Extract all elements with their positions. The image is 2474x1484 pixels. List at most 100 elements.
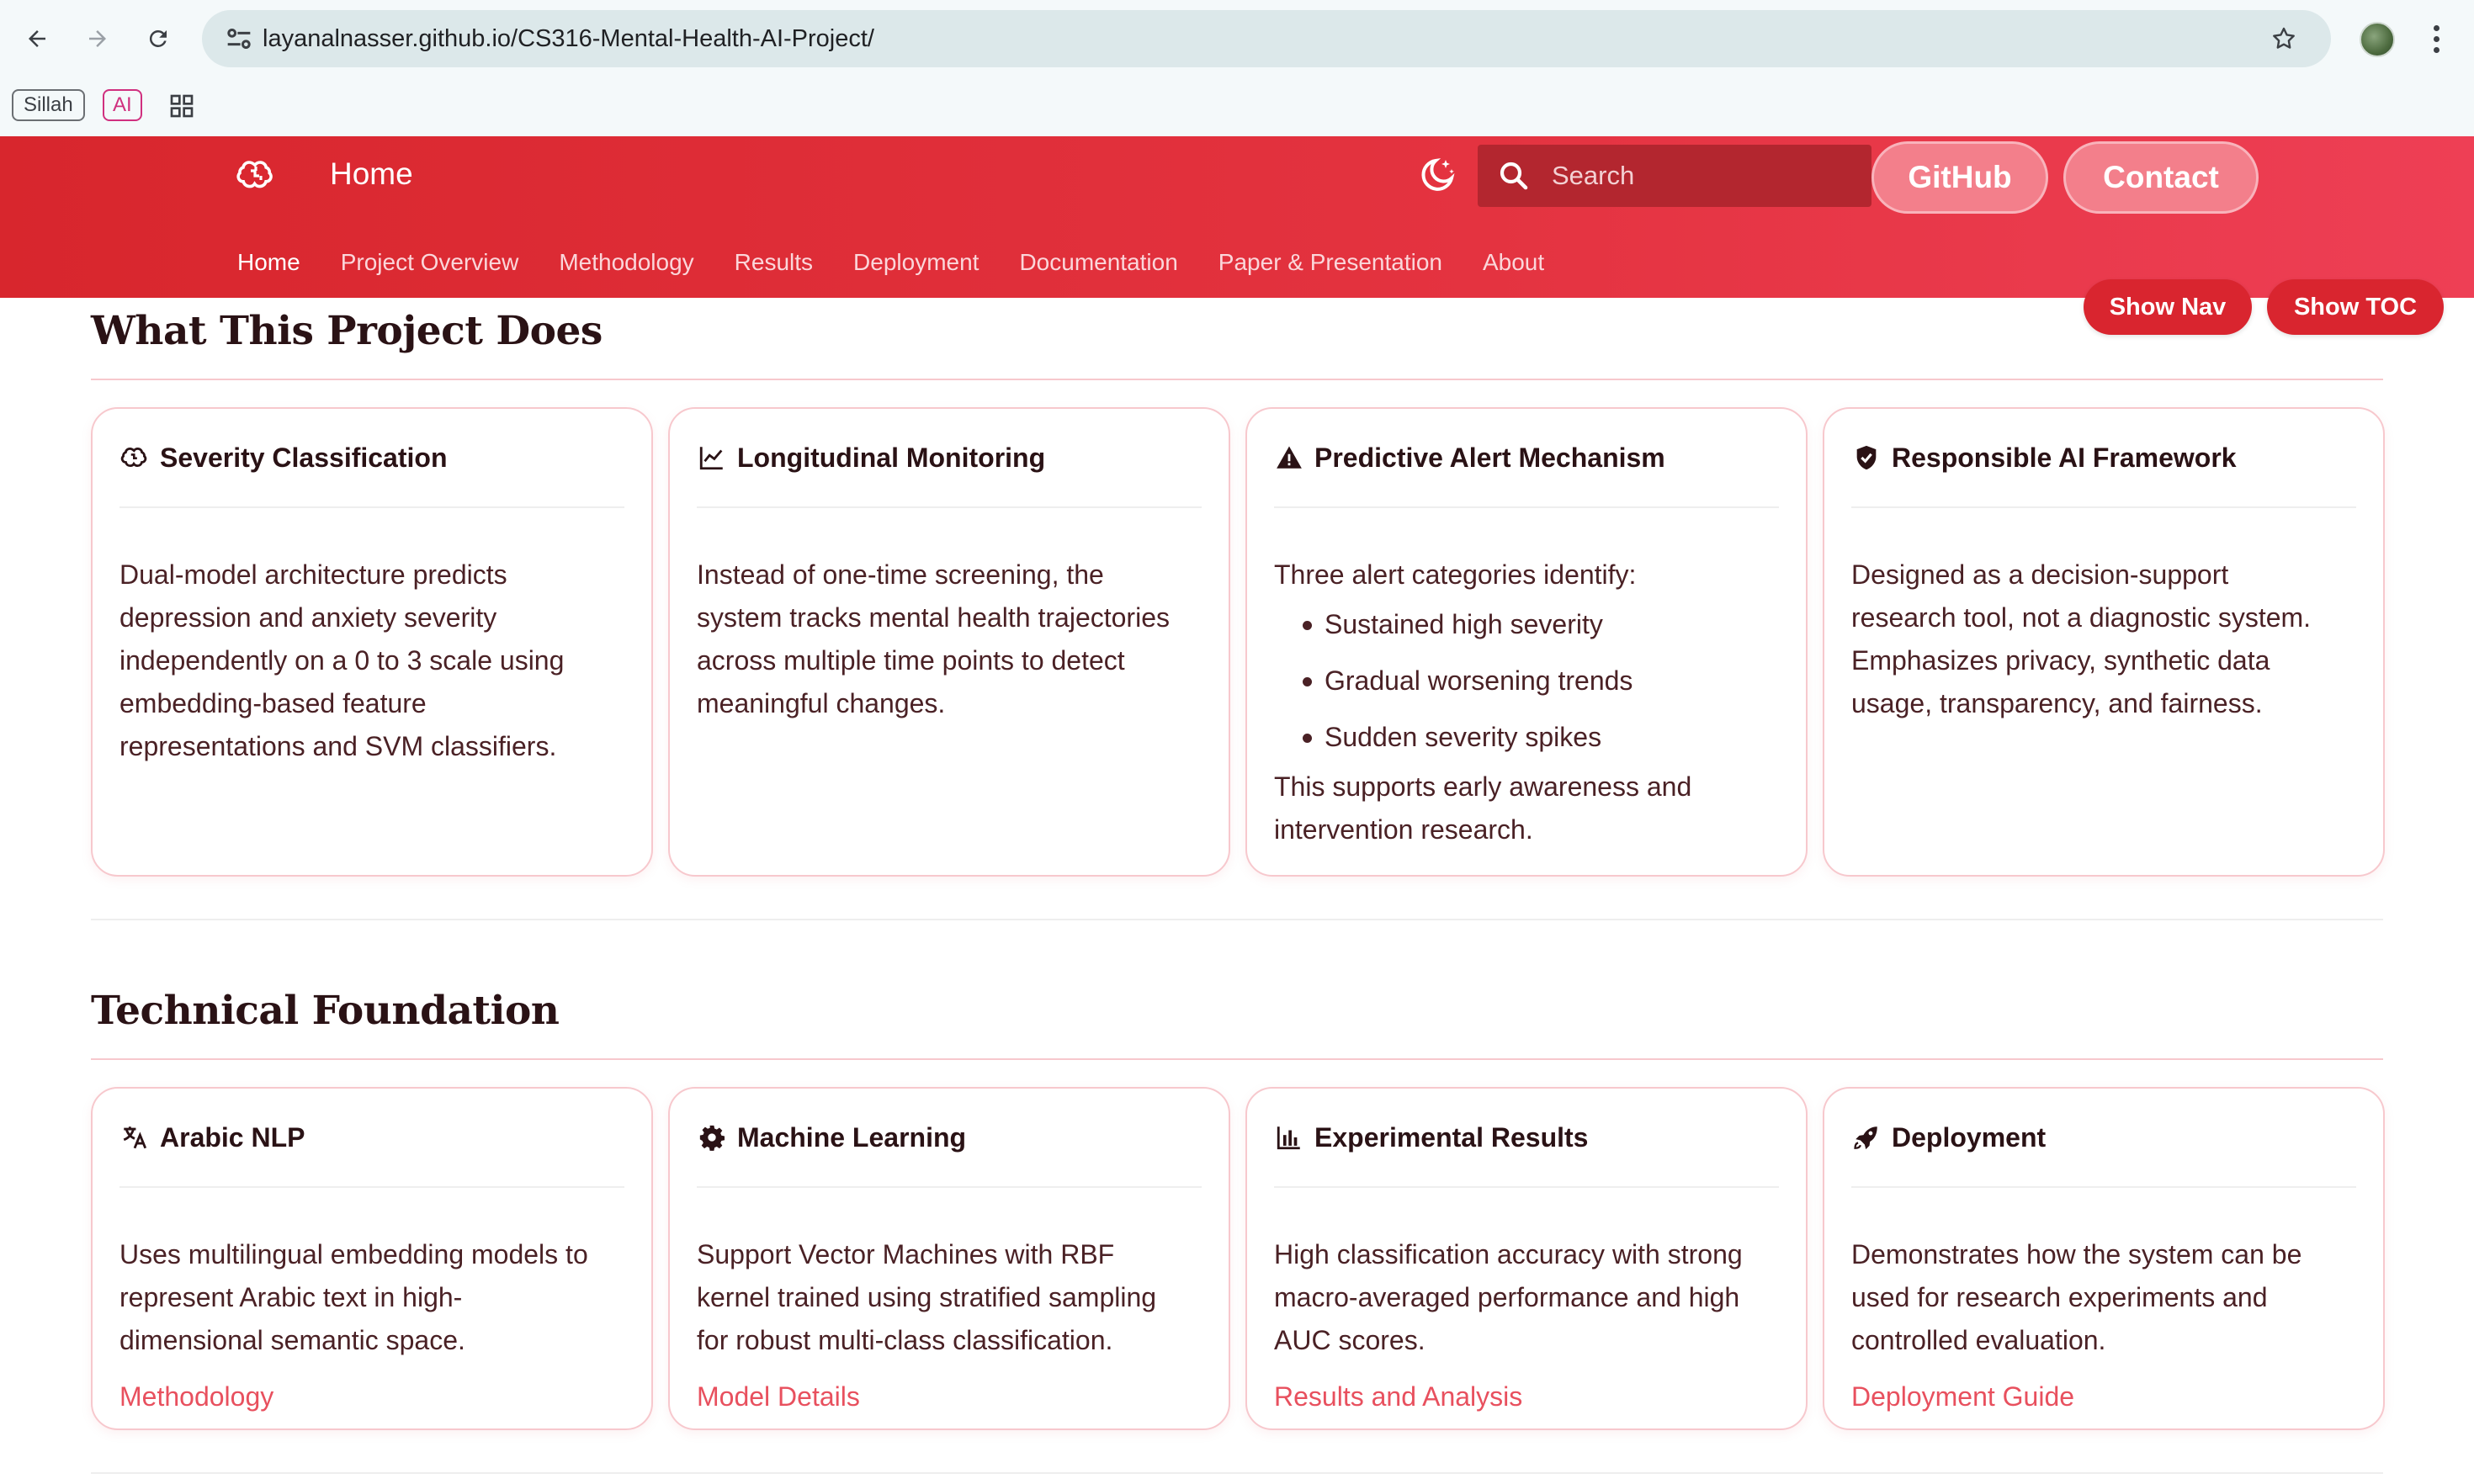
card-title: Responsible AI Framework [1892, 442, 2237, 473]
section-rule [91, 379, 2383, 380]
card-divider [1274, 506, 1779, 508]
forward-button[interactable] [77, 19, 118, 59]
theme-toggle-moon-icon[interactable] [1417, 155, 1457, 195]
card-divider [697, 506, 1202, 508]
card-text: Demonstrates how the system can be used … [1851, 1233, 2363, 1418]
site-settings-icon[interactable] [222, 22, 256, 56]
list-item: Gradual worsening trends [1299, 653, 1786, 709]
brain-icon [119, 443, 150, 473]
nav-results[interactable]: Results [735, 249, 813, 276]
card-text-line: Demonstrates how the system can be [1851, 1239, 2302, 1269]
card-longitudinal-monitoring: Longitudinal Monitoring Instead of one-t… [668, 407, 1230, 877]
nav-home[interactable]: Home [237, 249, 300, 276]
card-text-line: used for research experiments and [1851, 1282, 2268, 1312]
nav-deployment[interactable]: Deployment [853, 249, 979, 276]
browser-menu-button[interactable] [2424, 19, 2449, 59]
site-header: Home GitHub Contact Home Project Overvie… [0, 136, 2474, 298]
card-title: Machine Learning [737, 1121, 967, 1153]
methodology-link[interactable]: Methodology [119, 1375, 631, 1418]
card-text: Uses multilingual embedding models to re… [119, 1233, 631, 1418]
card-title: Experimental Results [1314, 1121, 1589, 1153]
nav-about[interactable]: About [1483, 249, 1544, 276]
card-text-line: controlled evaluation. [1851, 1325, 2106, 1355]
card-text-line: Uses multilingual embedding models to [119, 1239, 588, 1269]
card-text-line: system tracks mental health trajectories [697, 602, 1170, 633]
bar-chart-icon [1274, 1122, 1304, 1153]
card-text-line: dimensional semantic space. [119, 1325, 465, 1355]
card-divider [1851, 1186, 2356, 1188]
section-separator [91, 1472, 2383, 1474]
card-arabic-nlp: Arabic NLP Uses multilingual embedding m… [91, 1087, 653, 1430]
card-text-line: Dual-model architecture predicts [119, 559, 507, 590]
reload-button[interactable] [138, 19, 178, 59]
bookmark-star-button[interactable] [2264, 19, 2304, 59]
card-text: High classification accuracy with strong… [1274, 1233, 1786, 1418]
deployment-guide-link[interactable]: Deployment Guide [1851, 1375, 2363, 1418]
card-title: Arabic NLP [160, 1121, 305, 1153]
card-text-line: AUC scores. [1274, 1325, 1425, 1355]
card-text-line: independently on a 0 to 3 scale using [119, 645, 565, 676]
translate-icon [119, 1122, 150, 1153]
url-path: /CS316-Mental-Health-AI-Project/ [511, 25, 874, 52]
card-text-line: for robust multi-class classification. [697, 1325, 1113, 1355]
browser-chrome: layanalnasser.github.io/CS316-Mental-Hea… [0, 0, 2474, 136]
brand-home-link[interactable]: Home [330, 156, 413, 192]
card-text-line: kernel trained using stratified sampling [697, 1282, 1157, 1312]
shield-check-icon [1851, 443, 1882, 473]
card-predictive-alert-mechanism: Predictive Alert Mechanism Three alert c… [1245, 407, 1808, 877]
apps-grid-icon[interactable] [168, 93, 195, 119]
card-text-line: usage, transparency, and fairness. [1851, 688, 2263, 718]
card-text: Designed as a decision-support research … [1851, 554, 2363, 725]
card-divider [1851, 506, 2356, 508]
nav-documentation[interactable]: Documentation [1019, 249, 1177, 276]
card-divider [1274, 1186, 1779, 1188]
bookmark-sillah[interactable]: Sillah [12, 89, 85, 121]
card-text-line: embedding-based feature [119, 688, 427, 718]
contact-button[interactable]: Contact [2063, 141, 2259, 214]
card-text-line: Emphasizes privacy, synthetic data [1851, 645, 2270, 676]
github-button[interactable]: GitHub [1871, 141, 2048, 214]
reload-icon [149, 29, 167, 47]
nav-project-overview[interactable]: Project Overview [341, 249, 519, 276]
rocket-icon [1851, 1122, 1882, 1153]
search-input[interactable] [1552, 145, 1855, 207]
search-box[interactable] [1478, 145, 1871, 207]
card-title: Predictive Alert Mechanism [1314, 442, 1665, 473]
card-deployment: Deployment Demonstrates how the system c… [1823, 1087, 2385, 1430]
back-button[interactable] [17, 19, 57, 59]
section-title-technical-foundation: Technical Foundation [91, 988, 560, 1034]
alert-list: Sustained high severity Gradual worsenin… [1274, 596, 1786, 766]
card-text-line: meaningful changes. [697, 688, 946, 718]
card-text-line: across multiple time points to detect [697, 645, 1125, 676]
card-text-line: Support Vector Machines with RBF [697, 1239, 1115, 1269]
profile-avatar[interactable] [2360, 22, 2395, 57]
card-text-line: Three alert categories identify: [1274, 559, 1637, 590]
address-bar[interactable]: layanalnasser.github.io/CS316-Mental-Hea… [202, 10, 2331, 67]
card-responsible-ai-framework: Responsible AI Framework Designed as a d… [1823, 407, 2385, 877]
card-divider [119, 506, 624, 508]
section-rule [91, 1058, 2383, 1060]
card-text-line: This supports early awareness and [1274, 771, 1692, 802]
results-analysis-link[interactable]: Results and Analysis [1274, 1375, 1786, 1418]
nav-paper-presentation[interactable]: Paper & Presentation [1218, 249, 1442, 276]
card-machine-learning: Machine Learning Support Vector Machines… [668, 1087, 1230, 1430]
bookmark-ai[interactable]: AI [103, 89, 142, 121]
card-title: Deployment [1892, 1121, 2047, 1153]
warning-icon [1274, 443, 1304, 473]
card-severity-classification: Severity Classification Dual-model archi… [91, 407, 653, 877]
arrow-right-icon [89, 30, 106, 47]
card-text: Three alert categories identify: Sustain… [1274, 554, 1786, 851]
chart-line-icon [697, 443, 727, 473]
star-icon [2273, 27, 2295, 49]
show-toc-button[interactable]: Show TOC [2267, 279, 2444, 335]
card-text-line: representations and SVM classifiers. [119, 731, 557, 761]
model-details-link[interactable]: Model Details [697, 1375, 1208, 1418]
show-nav-button[interactable]: Show Nav [2084, 279, 2252, 335]
card-divider [697, 1186, 1202, 1188]
brain-logo-icon[interactable] [236, 155, 276, 195]
nav-methodology[interactable]: Methodology [559, 249, 693, 276]
card-text-line: represent Arabic text in high- [119, 1282, 463, 1312]
card-text-line: Designed as a decision-support [1851, 559, 2229, 590]
url-text[interactable]: layanalnasser.github.io/CS316-Mental-Hea… [263, 10, 874, 67]
card-text-line: research tool, not a diagnostic system. [1851, 602, 2312, 633]
